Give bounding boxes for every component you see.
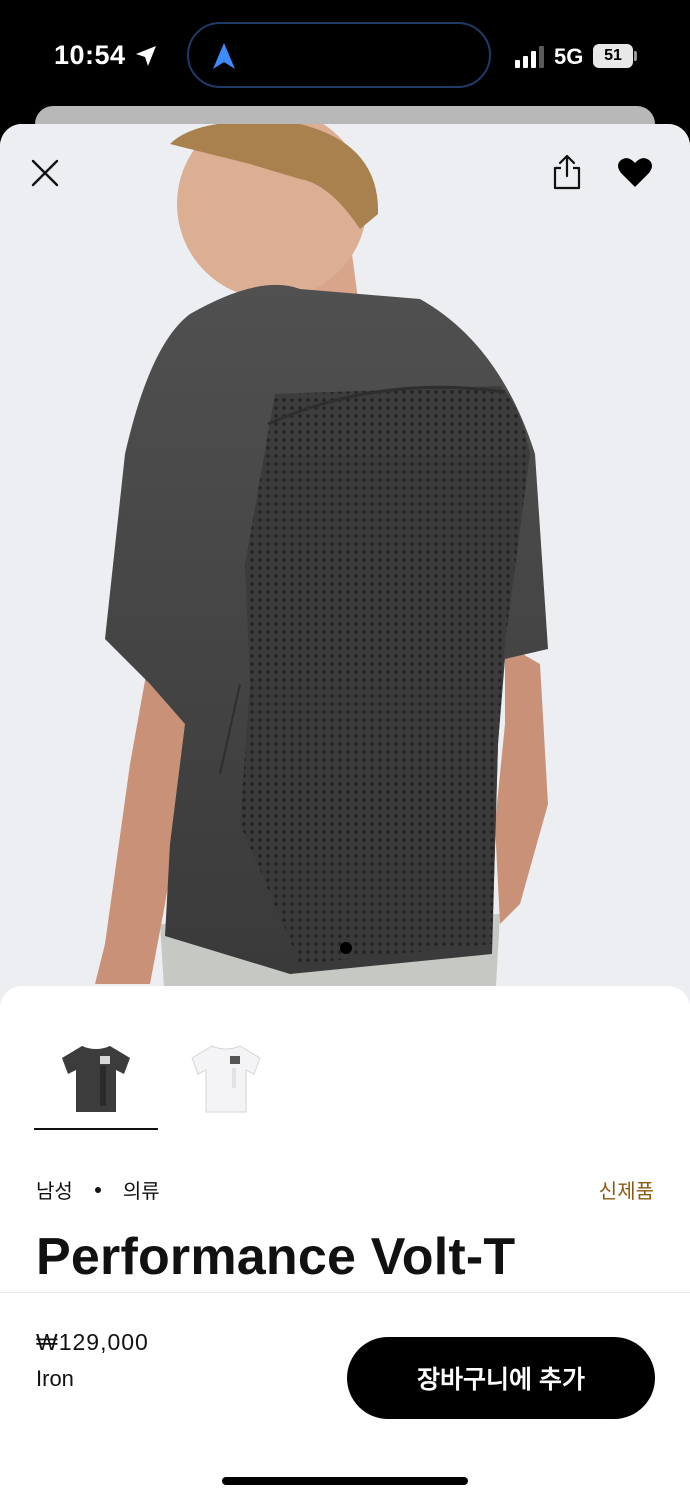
home-indicator[interactable]: [222, 1477, 468, 1485]
breadcrumb-gender[interactable]: 남성: [36, 1175, 73, 1204]
product-title: Performance Volt-T: [36, 1228, 516, 1286]
location-arrow-icon: [136, 46, 156, 66]
dynamic-island: [187, 22, 491, 88]
selected-color: Iron: [36, 1366, 74, 1391]
close-icon[interactable]: [30, 158, 60, 188]
swatch-dark-grey[interactable]: [34, 1026, 158, 1130]
tshirt-white-icon: [191, 1045, 261, 1113]
add-to-cart-button[interactable]: 장바구니에 추가: [347, 1337, 655, 1419]
breadcrumb-category[interactable]: 의류: [123, 1175, 160, 1204]
battery-tip: [634, 51, 637, 61]
product-price: ₩129,000: [36, 1329, 149, 1355]
share-icon[interactable]: [551, 154, 583, 190]
navigation-arrow-icon: [213, 43, 235, 69]
status-time: 10:54: [54, 40, 126, 70]
swatch-white[interactable]: [164, 1026, 288, 1130]
heart-icon[interactable]: [617, 156, 653, 188]
breadcrumb-separator: [94, 1186, 101, 1193]
tshirt-dark-icon: [62, 1046, 130, 1112]
carousel-dot[interactable]: [340, 942, 352, 954]
purchase-bar: ₩129,000 Iron 장바구니에 추가: [0, 1292, 690, 1500]
product-image[interactable]: [0, 124, 690, 1004]
status-bar: 10:54 5G 51: [0, 0, 690, 110]
new-product-badge: 신제품: [598, 1181, 654, 1203]
product-photo: [95, 124, 548, 1004]
breadcrumb: 남성 의류: [36, 1175, 160, 1204]
battery-icon: 51: [593, 44, 633, 68]
network-type: 5G: [554, 44, 584, 69]
cellular-signal-icon: [515, 46, 544, 68]
product-sheet: 남성 의류 신제품 Performance Volt-T ₩129,000 Ir…: [0, 124, 690, 1500]
